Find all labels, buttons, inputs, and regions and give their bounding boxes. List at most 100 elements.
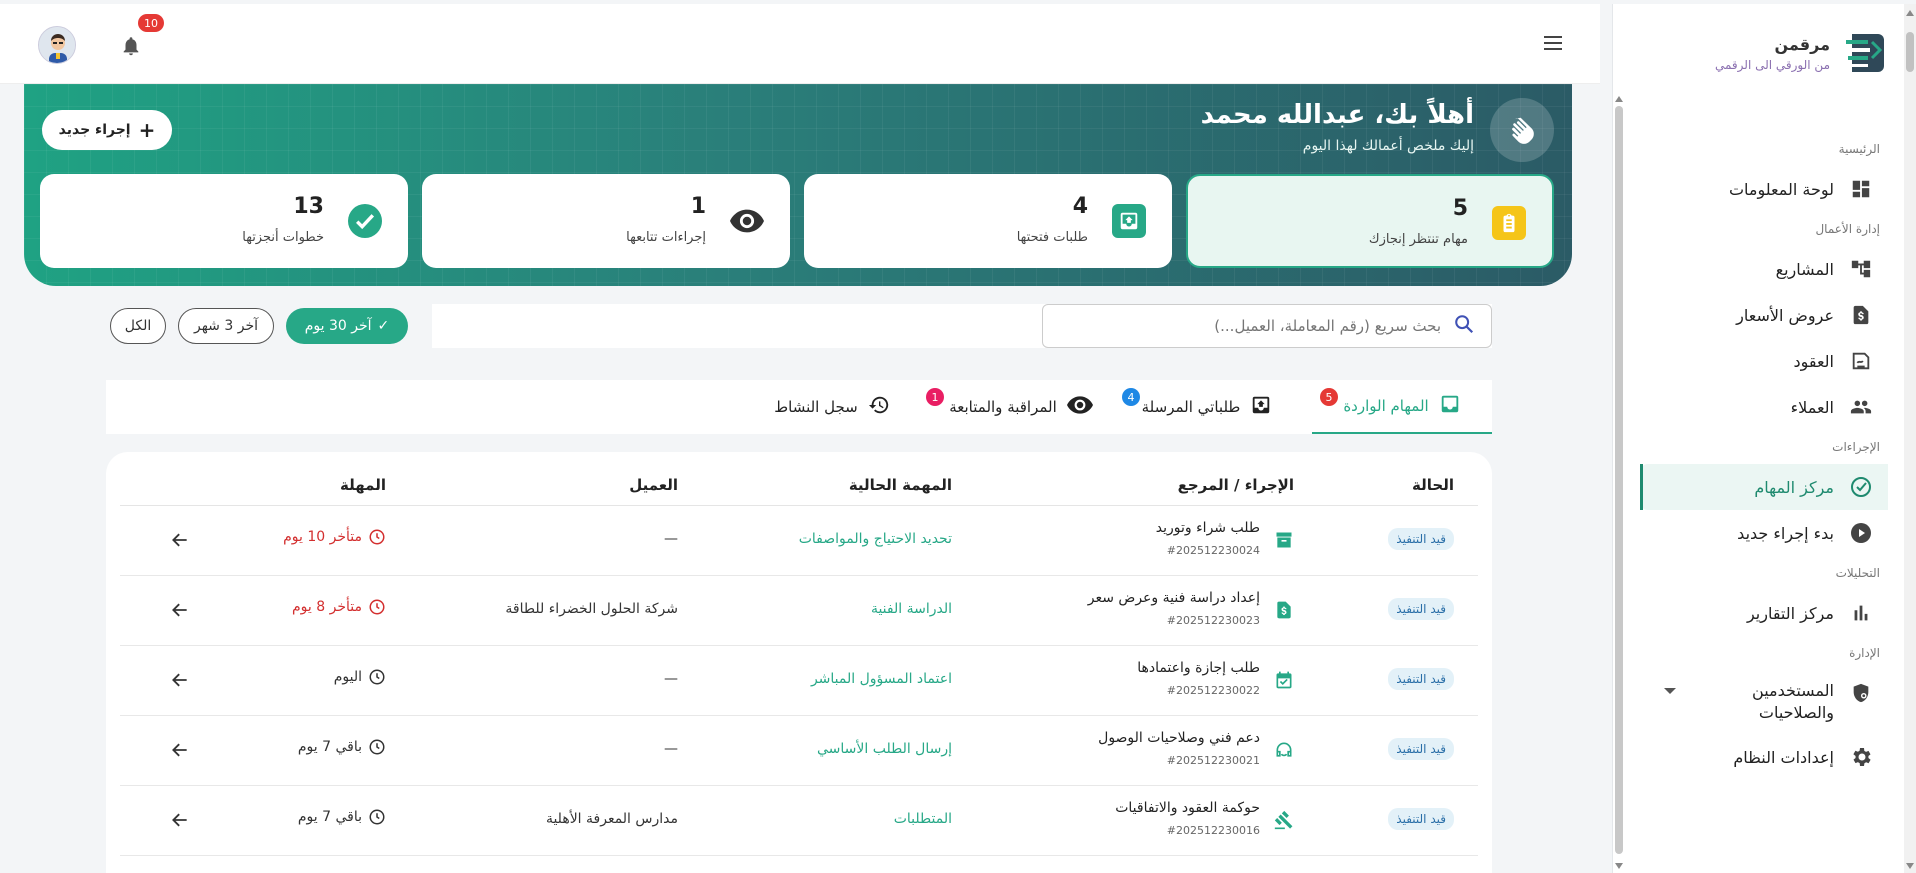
brand[interactable]: مرقمن من الورقي الى الرقمي bbox=[1715, 30, 1888, 76]
filter-chip-3-months[interactable]: آخر 3 شهر bbox=[178, 308, 274, 344]
search-field[interactable] bbox=[1042, 304, 1492, 348]
contract-icon bbox=[1848, 348, 1874, 374]
deadline: متأخر 8 يوم bbox=[292, 598, 386, 616]
procedure-ref: #202512230022 bbox=[1166, 684, 1260, 697]
arrow-left-icon[interactable] bbox=[170, 810, 190, 830]
stat-card-completed-steps[interactable]: 13 خطوات أنجزتها bbox=[40, 174, 408, 268]
table-row[interactable]: قيد التنفيذ طلب شراء وتوريد #20251223002… bbox=[120, 506, 1478, 576]
history-icon bbox=[868, 394, 890, 420]
tab-incoming-tasks[interactable]: المهام الواردة 5 bbox=[1312, 380, 1492, 434]
stat-label: إجراءات تتابعها bbox=[626, 230, 706, 245]
new-procedure-label: إجراء جديد bbox=[58, 122, 131, 138]
sidebar-item-projects[interactable]: المشاريع bbox=[1640, 246, 1888, 292]
search-bar bbox=[432, 304, 1492, 348]
greeting-title: أهلاً بك، عبدالله محمد bbox=[1200, 100, 1474, 130]
deadline-text: اليوم bbox=[333, 669, 362, 685]
menu-icon[interactable] bbox=[1544, 36, 1562, 50]
shield-icon bbox=[1848, 680, 1874, 706]
tab-monitoring[interactable]: المراقبة والمتابعة 1 bbox=[926, 380, 1116, 434]
gavel-icon bbox=[1274, 810, 1294, 830]
table-row[interactable]: قيد التنفيذ حوكمة العقود والاتفاقيات #20… bbox=[120, 786, 1478, 856]
procedure-ref: #202512230023 bbox=[1166, 614, 1260, 627]
arrow-left-icon[interactable] bbox=[170, 740, 190, 760]
column-header-deadline: المهلة bbox=[340, 476, 386, 494]
stat-card-pending-tasks[interactable]: 5 مهام تنتظر إنجازك bbox=[1186, 174, 1554, 268]
sidebar-item-users-permissions[interactable]: المستخدمين والصلاحيات bbox=[1640, 670, 1888, 734]
procedure-ref: #202512230016 bbox=[1166, 824, 1260, 837]
clock-icon bbox=[369, 739, 385, 755]
column-header-task: المهمة الحالية bbox=[848, 476, 952, 494]
clock-icon bbox=[369, 669, 385, 685]
projects-icon bbox=[1848, 256, 1874, 282]
sidebar-item-reports[interactable]: مركز التقارير bbox=[1640, 590, 1888, 636]
check-icon: ✓ bbox=[377, 318, 390, 334]
current-task: اعتماد المسؤول المباشر bbox=[810, 671, 952, 687]
deadline: اليوم bbox=[334, 668, 386, 686]
tab-sent-requests[interactable]: طلباتي المرسلة 4 bbox=[1122, 380, 1292, 434]
dollar-doc-icon bbox=[1274, 600, 1294, 620]
stat-card-opened-requests[interactable]: 4 طلبات فتحتها bbox=[804, 174, 1172, 268]
client-name: شركة الحلول الخضراء للطاقة bbox=[505, 601, 678, 617]
table-row[interactable]: قيد التنفيذ دعم فني وصلاحيات الوصول #202… bbox=[120, 716, 1478, 786]
new-procedure-button[interactable]: + إجراء جديد bbox=[42, 110, 172, 150]
bell-icon[interactable] bbox=[120, 34, 142, 58]
arrow-left-icon[interactable] bbox=[170, 670, 190, 690]
sidebar-item-contracts[interactable]: العقود bbox=[1640, 338, 1888, 384]
bar-chart-icon bbox=[1848, 600, 1874, 626]
sidebar-item-task-center[interactable]: مركز المهام bbox=[1640, 464, 1888, 510]
procedure-ref: #202512230021 bbox=[1166, 754, 1260, 767]
stat-value: 4 bbox=[1072, 194, 1088, 219]
sidebar-item-clients[interactable]: العملاء bbox=[1640, 384, 1888, 430]
avatar[interactable] bbox=[38, 26, 76, 64]
chevron-down-icon[interactable] bbox=[1664, 688, 1676, 694]
sidebar-item-settings[interactable]: إعدادات النظام bbox=[1640, 734, 1888, 780]
gear-icon bbox=[1848, 744, 1874, 770]
arrow-left-icon[interactable] bbox=[170, 530, 190, 550]
sidebar-item-label: المستخدمين bbox=[1752, 681, 1834, 700]
stat-value: 13 bbox=[293, 194, 324, 219]
scroll-up-arrow[interactable] bbox=[1615, 96, 1623, 102]
deadline: باقي 7 يوم bbox=[298, 808, 386, 826]
filter-chip-all[interactable]: الكل bbox=[110, 308, 166, 344]
table-row[interactable]: قيد التنفيذ طلب إجازة واعتمادها #2025122… bbox=[120, 646, 1478, 716]
sidebar-item-label: والصلاحيات bbox=[1758, 703, 1834, 722]
stat-label: خطوات أنجزتها bbox=[242, 230, 324, 245]
scroll-down-arrow[interactable] bbox=[1615, 863, 1623, 869]
stat-card-followed[interactable]: 1 إجراءات تتابعها bbox=[422, 174, 790, 268]
sidebar-item-label: عروض الأسعار bbox=[1736, 305, 1834, 325]
stat-label: طلبات فتحتها bbox=[1016, 230, 1088, 245]
wave-hand-icon bbox=[1490, 98, 1554, 162]
clock-icon bbox=[369, 599, 385, 615]
current-task: المتطلبات bbox=[893, 811, 952, 827]
deadline: متأخر 10 يوم bbox=[283, 528, 386, 546]
sidebar-item-new-procedure[interactable]: بدء إجراء جديد bbox=[1640, 510, 1888, 556]
sidebar: مرقمن من الورقي الى الرقمي الرئيسية لوحة… bbox=[1612, 4, 1916, 873]
calendar-check-icon bbox=[1274, 670, 1294, 690]
tasks-table: الحالة الإجراء / المرجع المهمة الحالية ا… bbox=[106, 452, 1492, 873]
window-scrollbar[interactable] bbox=[1904, 4, 1916, 873]
sidebar-item-quotes[interactable]: عروض الأسعار bbox=[1640, 292, 1888, 338]
search-input[interactable] bbox=[1061, 317, 1441, 335]
sidebar-item-label: العملاء bbox=[1790, 397, 1834, 417]
filter-chip-30-days[interactable]: ✓ آخر 30 يوم bbox=[286, 308, 408, 344]
stat-label: مهام تنتظر إنجازك bbox=[1368, 232, 1468, 247]
sidebar-scrollbar[interactable] bbox=[1615, 106, 1623, 854]
top-header: 10 bbox=[0, 4, 1600, 84]
deadline-text: متأخر 8 يوم bbox=[292, 599, 362, 615]
procedure-title: حوكمة العقود والاتفاقيات bbox=[1115, 800, 1260, 816]
brand-logo-icon bbox=[1842, 30, 1888, 76]
arrow-left-icon[interactable] bbox=[170, 600, 190, 620]
procedure-title: طلب شراء وتوريد bbox=[1155, 520, 1260, 536]
clients-icon bbox=[1848, 394, 1874, 420]
nav-section-title: التحليلات bbox=[1835, 566, 1880, 580]
status-badge: قيد التنفيذ bbox=[1388, 598, 1454, 620]
clock-icon bbox=[369, 809, 385, 825]
procedure-title: إعداد دراسة فنية وعرض سعر bbox=[1087, 590, 1260, 606]
sidebar-item-dashboard[interactable]: لوحة المعلومات bbox=[1640, 166, 1888, 212]
current-task: الدراسة الفنية bbox=[870, 601, 952, 617]
column-header-client: العميل bbox=[629, 476, 678, 494]
tab-activity-log[interactable]: سجل النشاط bbox=[762, 380, 902, 434]
table-row[interactable]: قيد التنفيذ إعداد دراسة فنية وعرض سعر #2… bbox=[120, 576, 1478, 646]
status-badge: قيد التنفيذ bbox=[1388, 738, 1454, 760]
deadline: باقي 7 يوم bbox=[298, 738, 386, 756]
